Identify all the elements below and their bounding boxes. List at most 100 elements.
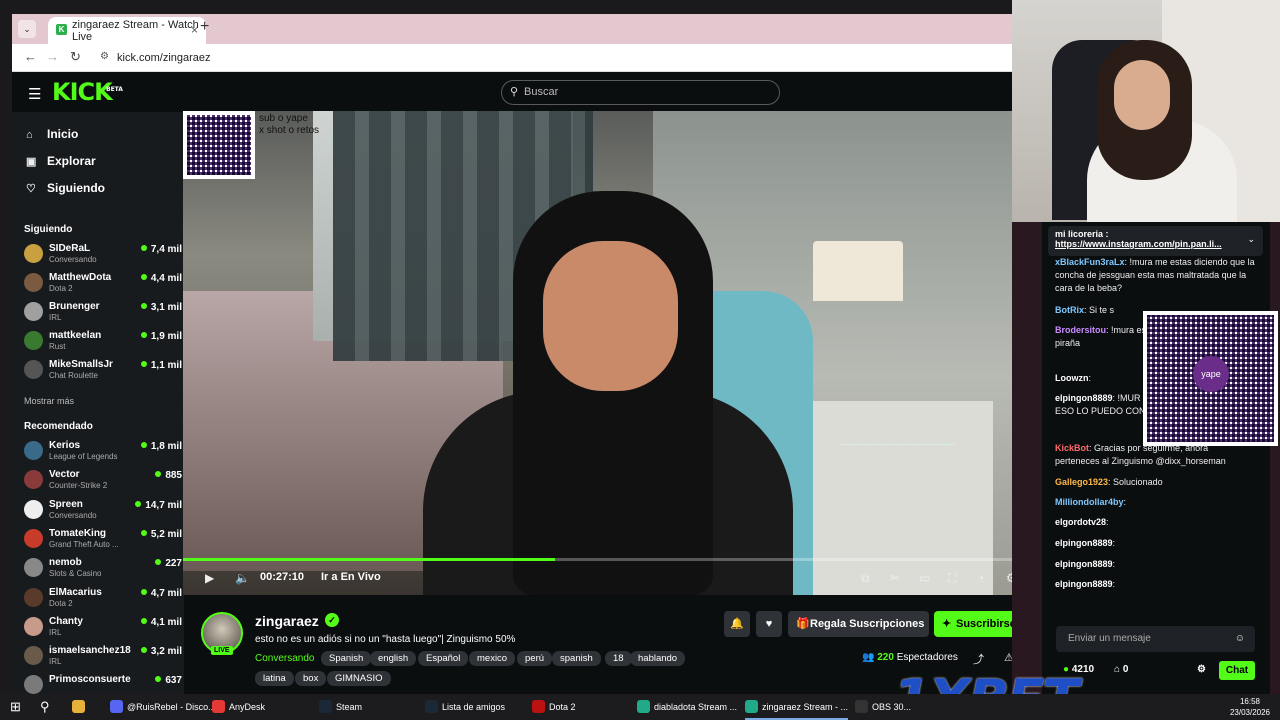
chat-username[interactable]: elpingon8889	[1055, 579, 1113, 589]
channel-category: Grand Theft Auto ...	[49, 539, 119, 549]
sidebar-channel[interactable]: MatthewDota Dota 2 4,4 mil	[24, 270, 182, 299]
sidebar-channel[interactable]: nemob Slots & Casino 227	[24, 555, 182, 584]
channel-viewers: 1,8 mil	[140, 441, 182, 452]
chat-username[interactable]: BotRix	[1055, 305, 1084, 315]
chat-count: ⌂ 0	[1114, 664, 1129, 675]
stream-tag[interactable]: hablando	[630, 651, 686, 666]
play-icon[interactable]: ▶	[205, 571, 214, 585]
stream-tag[interactable]: english	[370, 651, 417, 666]
theater-mode-icon[interactable]: ▭	[919, 571, 930, 585]
chat-username[interactable]: KickBot	[1055, 443, 1089, 453]
speed-icon[interactable]: ◔	[977, 571, 984, 585]
new-tab-button[interactable]: +	[200, 18, 209, 36]
stream-tag[interactable]: spanish	[552, 651, 601, 666]
video-qr-code	[183, 111, 255, 179]
search-icon[interactable]: ⚲	[40, 694, 50, 720]
taskbar-item[interactable]: @RuisRebel - Disco...	[110, 694, 216, 720]
live-dot-icon	[155, 676, 162, 683]
share-icon[interactable]: ⤴	[973, 651, 984, 667]
site-info-icon[interactable]: ⚙	[100, 51, 109, 62]
subscribe-button[interactable]: ✦ Suscribirse	[934, 611, 1023, 637]
top-header: ☰ KICK BETA ⚲ Buscar	[12, 72, 1012, 112]
pinned-link[interactable]: https://www.instagram.com/pin.pan.li...	[1055, 239, 1256, 249]
stream-tag[interactable]: GIMNASIO	[327, 671, 391, 686]
sidebar-channel[interactable]: Chanty IRL 4,1 mil	[24, 614, 182, 643]
miniplayer-icon[interactable]: ⧉	[861, 571, 870, 586]
forward-icon[interactable]: →	[46, 49, 59, 64]
go-live-button[interactable]: Ir a En Vivo	[321, 571, 381, 583]
sidebar-channel[interactable]: SIDeRaL Conversando 7,4 mil	[24, 241, 182, 270]
taskbar-item[interactable]: Lista de amigos	[425, 694, 505, 720]
chat-username[interactable]: Brodersitou	[1055, 325, 1106, 335]
start-icon[interactable]: ⊞	[10, 694, 21, 720]
kick-logo[interactable]: KICK BETA	[52, 78, 123, 106]
url-field[interactable]: kick.com/zingaraez	[117, 52, 211, 64]
search-input[interactable]: ⚲ Buscar	[501, 80, 780, 105]
chat-settings-icon[interactable]: ⚙	[1197, 664, 1206, 675]
stream-tag[interactable]: latina	[255, 671, 294, 686]
chat-username[interactable]: elgordotv28	[1055, 517, 1106, 527]
video-progress-bar[interactable]	[183, 558, 1042, 561]
channel-name: Primosconsuerte	[49, 674, 131, 686]
chat-username[interactable]: elpingon8889	[1055, 393, 1113, 403]
sidebar-channel[interactable]: Spreen Conversando 14,7 mil	[24, 497, 182, 526]
sidebar-channel[interactable]: ElMacarius Dota 2 4,7 mil	[24, 585, 182, 614]
emoji-icon[interactable]: ☺	[1235, 626, 1245, 652]
taskbar-item[interactable]: diabladota Stream ...	[637, 694, 737, 720]
tab-search-dropdown[interactable]: ⌄	[18, 20, 36, 38]
nav-explorar[interactable]: ▣ Explorar	[26, 154, 96, 168]
stream-tag[interactable]: box	[295, 671, 327, 686]
video-player[interactable]: sub o yape x shot o retos ▪▪▪▪▪▪▪▪▪▪▪▪▪▪…	[183, 111, 1042, 595]
chat-username[interactable]: Gallego1923	[1055, 477, 1108, 487]
sidebar-channel[interactable]: TomateKing Grand Theft Auto ... 5,2 mil	[24, 526, 182, 555]
stream-tag[interactable]: 18	[605, 651, 632, 666]
gift-subs-button[interactable]: 🎁 Regala Suscripciones	[788, 611, 929, 637]
chat-username[interactable]: Loowzn	[1055, 373, 1089, 383]
search-icon: ⚲	[510, 86, 519, 98]
follow-button[interactable]: ♥	[756, 611, 782, 637]
send-chat-button[interactable]: Chat	[1219, 661, 1255, 680]
nav-inicio[interactable]: ⌂ Inicio	[26, 127, 78, 141]
chat-username[interactable]: elpingon8889	[1055, 538, 1113, 548]
taskbar-item[interactable]: AnyDesk	[212, 694, 265, 720]
stream-tag[interactable]: perú	[517, 651, 553, 666]
app-icon	[425, 700, 438, 713]
taskbar-item[interactable]: zingaraez Stream - ...	[745, 694, 849, 720]
channel-viewers: 227	[155, 558, 182, 569]
taskbar-item[interactable]: OBS 30...	[855, 694, 911, 720]
chat-input[interactable]: Enviar un mensaje ☺	[1056, 626, 1255, 652]
close-tab-icon[interactable]: ×	[191, 23, 198, 37]
reload-icon[interactable]: ↻	[70, 49, 81, 65]
back-icon[interactable]: ←	[24, 49, 37, 64]
sidebar-channel[interactable]: mattkeelan Rust 1,9 mil	[24, 328, 182, 357]
chat-username[interactable]: elpingon8889	[1055, 559, 1113, 569]
streamer-name[interactable]: zingaraez	[255, 613, 319, 629]
nav-siguiendo[interactable]: ♡ Siguiendo	[26, 181, 105, 195]
pinned-message[interactable]: mi licoreria : https://www.instagram.com…	[1048, 226, 1263, 256]
channel-name: Vector	[49, 469, 80, 481]
chat-text: Si te s	[1089, 305, 1115, 315]
stream-tag[interactable]: mexico	[469, 651, 516, 666]
stream-tag[interactable]: Spanish	[321, 651, 372, 666]
browser-tab[interactable]: K zingaraez Stream - Watch Live ×	[48, 17, 206, 44]
file-explorer-icon[interactable]	[72, 694, 89, 720]
sidebar-channel[interactable]: ismaelsanchez18 IRL 3,2 mil	[24, 643, 182, 672]
chat-username[interactable]: xBlackFun3raLx	[1055, 257, 1125, 267]
menu-icon[interactable]: ☰	[28, 85, 41, 103]
sidebar-channel[interactable]: MikeSmallsJr Chat Roulette 1,1 mil	[24, 357, 182, 386]
notification-bell-button[interactable]: 🔔	[724, 611, 750, 637]
stream-tag[interactable]: Español	[418, 651, 469, 666]
volume-icon[interactable]: 🔈	[235, 571, 250, 585]
chevron-down-icon[interactable]: ⌄	[1247, 234, 1255, 245]
show-more-link[interactable]: Mostrar más	[24, 396, 74, 406]
clip-icon[interactable]: ✂	[890, 571, 900, 585]
stream-category[interactable]: Conversando	[255, 653, 314, 664]
chat-username[interactable]: Milliondollar4by	[1055, 497, 1124, 507]
sidebar-channel[interactable]: Vector Counter-Strike 2 885	[24, 467, 182, 496]
taskbar-item[interactable]: Steam	[319, 694, 362, 720]
sidebar-channel[interactable]: Brunenger IRL 3,1 mil	[24, 299, 182, 328]
sidebar-channel[interactable]: Kerios League of Legends 1,8 mil	[24, 438, 182, 467]
chat-message: xBlackFun3raLx: !mura me estas diciendo …	[1055, 257, 1255, 293]
taskbar-item[interactable]: Dota 2	[532, 694, 576, 720]
fullscreen-icon[interactable]: ⛶	[948, 571, 956, 586]
